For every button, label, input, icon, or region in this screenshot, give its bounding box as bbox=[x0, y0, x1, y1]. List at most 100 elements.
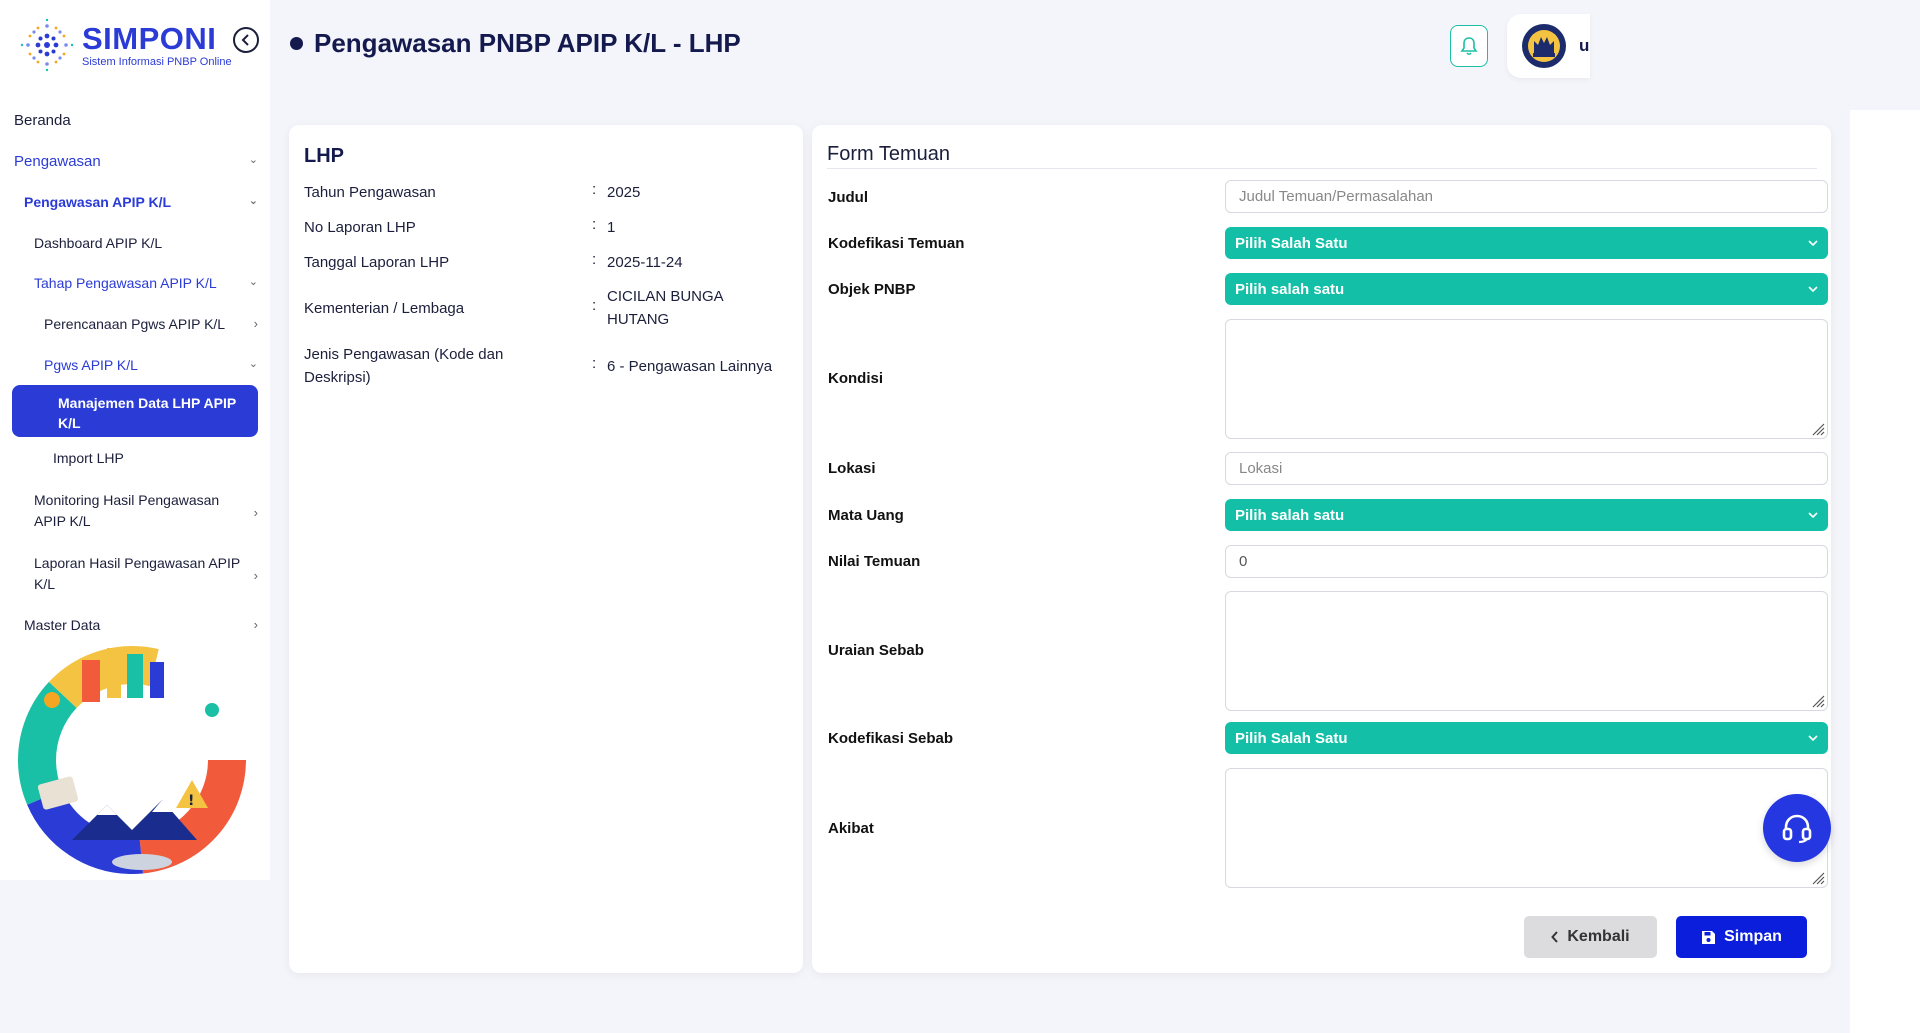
kondisi-textarea[interactable] bbox=[1225, 319, 1828, 439]
form-title-divider bbox=[827, 168, 1817, 169]
kembali-button[interactable]: Kembali bbox=[1524, 916, 1657, 958]
lhp-value-no-laporan: 1 bbox=[607, 219, 616, 236]
chevron-right-icon: › bbox=[253, 316, 258, 331]
sidebar-item-pengawasan-apip[interactable]: Pengawasan APIP K/L ⌄ bbox=[24, 194, 270, 210]
right-panel-background bbox=[1850, 110, 1920, 1033]
kembali-button-label: Kembali bbox=[1567, 928, 1630, 945]
objek-pnbp-label: Objek PNBP bbox=[828, 281, 916, 298]
user-name: u bbox=[1579, 36, 1590, 55]
kodefikasi-sebab-selected: Pilih Salah Satu bbox=[1235, 729, 1348, 747]
support-chat-button[interactable] bbox=[1763, 794, 1831, 862]
chevron-down-icon bbox=[1808, 240, 1818, 246]
title-bullet bbox=[290, 37, 303, 50]
lokasi-label: Lokasi bbox=[828, 460, 876, 477]
simponi-logo-icon bbox=[20, 18, 74, 72]
chevron-left-icon bbox=[1551, 931, 1559, 943]
sidebar-item-label: Pengawasan APIP K/L bbox=[24, 194, 172, 210]
sidebar-item-label: Tahap Pengawasan APIP K/L bbox=[34, 275, 217, 291]
sidebar-item-dashboard[interactable]: Dashboard APIP K/L bbox=[34, 235, 264, 251]
lhp-value-tanggal: 2025-11-24 bbox=[607, 254, 683, 271]
lhp-label-tanggal: Tanggal Laporan LHP bbox=[304, 254, 450, 271]
uraian-sebab-textarea[interactable] bbox=[1225, 591, 1828, 711]
sidebar-item-perencanaan[interactable]: Perencanaan Pgws APIP K/L › bbox=[44, 316, 270, 332]
chevron-down-icon: ⌄ bbox=[248, 276, 258, 288]
lhp-colon: : bbox=[592, 251, 597, 268]
sidebar-item-label: Pgws APIP K/L bbox=[44, 357, 138, 373]
simponi-logo[interactable]: SIMPONI Sistem Informasi PNBP Online bbox=[18, 16, 232, 74]
headset-icon bbox=[1782, 814, 1812, 844]
sidebar-item-import-lhp[interactable]: Import LHP bbox=[53, 450, 253, 466]
sidebar-item-label: Perencanaan Pgws APIP K/L bbox=[44, 316, 226, 332]
sidebar-item-tahap[interactable]: Tahap Pengawasan APIP K/L ⌄ bbox=[34, 275, 270, 291]
sidebar-item-laporan[interactable]: Laporan Hasil Pengawasan APIP K/L › bbox=[34, 553, 270, 595]
lhp-colon: : bbox=[592, 355, 597, 372]
kondisi-label: Kondisi bbox=[828, 370, 883, 387]
save-icon bbox=[1702, 930, 1716, 944]
sidebar-item-label: Monitoring Hasil Pengawasan APIP K/L bbox=[34, 492, 220, 529]
lhp-colon: : bbox=[592, 181, 597, 198]
akibat-label: Akibat bbox=[828, 820, 874, 837]
chevron-down-icon bbox=[1808, 286, 1818, 292]
sidebar-item-master-data[interactable]: Master Data › bbox=[24, 617, 270, 633]
lhp-info-card: LHP Tahun Pengawasan : 2025 No Laporan L… bbox=[289, 125, 803, 973]
akibat-textarea[interactable] bbox=[1225, 768, 1828, 888]
sidebar: SIMPONI Sistem Informasi PNBP Online Ber… bbox=[0, 0, 270, 880]
page-title: Pengawasan PNBP APIP K/L - LHP bbox=[290, 28, 741, 59]
collapse-sidebar-button[interactable] bbox=[233, 27, 259, 53]
brand-tagline: Sistem Informasi PNBP Online bbox=[82, 55, 232, 68]
kodefikasi-temuan-label: Kodefikasi Temuan bbox=[828, 235, 965, 252]
lhp-label-tahun: Tahun Pengawasan bbox=[304, 184, 436, 201]
lokasi-input[interactable]: Lokasi bbox=[1225, 452, 1828, 485]
kemenkeu-emblem-icon bbox=[1522, 24, 1566, 68]
lhp-label-jenis: Jenis Pengawasan (Kode dan Deskripsi) bbox=[304, 346, 504, 386]
lhp-card-title: LHP bbox=[304, 145, 344, 167]
lhp-colon: : bbox=[592, 297, 597, 314]
nilai-temuan-label: Nilai Temuan bbox=[828, 553, 921, 570]
chevron-down-icon: ⌄ bbox=[248, 154, 258, 166]
user-menu[interactable]: u bbox=[1507, 14, 1590, 78]
svg-text:!: ! bbox=[188, 793, 194, 809]
brand-name: SIMPONI bbox=[82, 20, 217, 56]
kodefikasi-temuan-select[interactable]: Pilih Salah Satu bbox=[1225, 227, 1828, 259]
chevron-down-icon bbox=[1808, 735, 1818, 741]
kodefikasi-sebab-label: Kodefikasi Sebab bbox=[828, 730, 954, 747]
sidebar-item-label: Laporan Hasil Pengawasan APIP K/L bbox=[34, 555, 240, 592]
lhp-value-jenis: 6 - Pengawasan Lainnya bbox=[607, 358, 773, 375]
simpan-button[interactable]: Simpan bbox=[1676, 916, 1807, 958]
bell-icon bbox=[1460, 37, 1478, 56]
mata-uang-select[interactable]: Pilih salah satu bbox=[1225, 499, 1828, 531]
nilai-temuan-input[interactable]: 0 bbox=[1225, 545, 1828, 578]
sidebar-item-pengawasan[interactable]: Pengawasan ⌄ bbox=[14, 153, 270, 170]
resize-grip-icon[interactable] bbox=[1811, 422, 1825, 436]
chevron-down-icon bbox=[1808, 512, 1818, 518]
judul-label: Judul bbox=[828, 189, 868, 206]
judul-input[interactable]: Judul Temuan/Permasalahan bbox=[1225, 180, 1828, 213]
form-title: Form Temuan bbox=[827, 143, 951, 165]
sidebar-item-pgws[interactable]: Pgws APIP K/L ⌄ bbox=[44, 357, 270, 373]
sidebar-item-manajemen-data-lhp[interactable]: Manajemen Data LHP APIP K/L bbox=[12, 385, 258, 437]
kodefikasi-sebab-select[interactable]: Pilih Salah Satu bbox=[1225, 722, 1828, 754]
sidebar-item-beranda[interactable]: Beranda bbox=[14, 112, 254, 129]
sidebar-item-label: Dashboard APIP K/L bbox=[34, 235, 163, 251]
chevron-right-icon: › bbox=[253, 505, 258, 520]
sidebar-item-label: Master Data bbox=[24, 617, 101, 633]
lhp-value-kementerian: CICILAN BUNGA HUTANG bbox=[607, 288, 723, 328]
sidebar-item-label: Import LHP bbox=[53, 450, 124, 466]
page-title-text: Pengawasan PNBP APIP K/L - LHP bbox=[314, 28, 741, 58]
chevron-down-icon: ⌄ bbox=[248, 358, 258, 370]
resize-grip-icon[interactable] bbox=[1811, 694, 1825, 708]
notification-button[interactable] bbox=[1450, 25, 1488, 67]
sidebar-item-label: Beranda bbox=[14, 112, 71, 129]
kodefikasi-temuan-selected: Pilih Salah Satu bbox=[1235, 234, 1348, 252]
lhp-label-kementerian: Kementerian / Lembaga bbox=[304, 300, 465, 317]
objek-pnbp-selected: Pilih salah satu bbox=[1235, 280, 1345, 298]
uraian-sebab-label: Uraian Sebab bbox=[828, 642, 924, 659]
objek-pnbp-select[interactable]: Pilih salah satu bbox=[1225, 273, 1828, 305]
simpan-button-label: Simpan bbox=[1724, 928, 1782, 945]
chevron-right-icon: › bbox=[253, 617, 258, 632]
lhp-label-no-laporan: No Laporan LHP bbox=[304, 219, 416, 236]
chevron-down-icon: ⌄ bbox=[248, 195, 258, 207]
resize-grip-icon[interactable] bbox=[1811, 871, 1825, 885]
sidebar-item-label: Manajemen Data LHP APIP K/L bbox=[58, 395, 236, 431]
sidebar-item-monitoring[interactable]: Monitoring Hasil Pengawasan APIP K/L › bbox=[34, 490, 270, 532]
